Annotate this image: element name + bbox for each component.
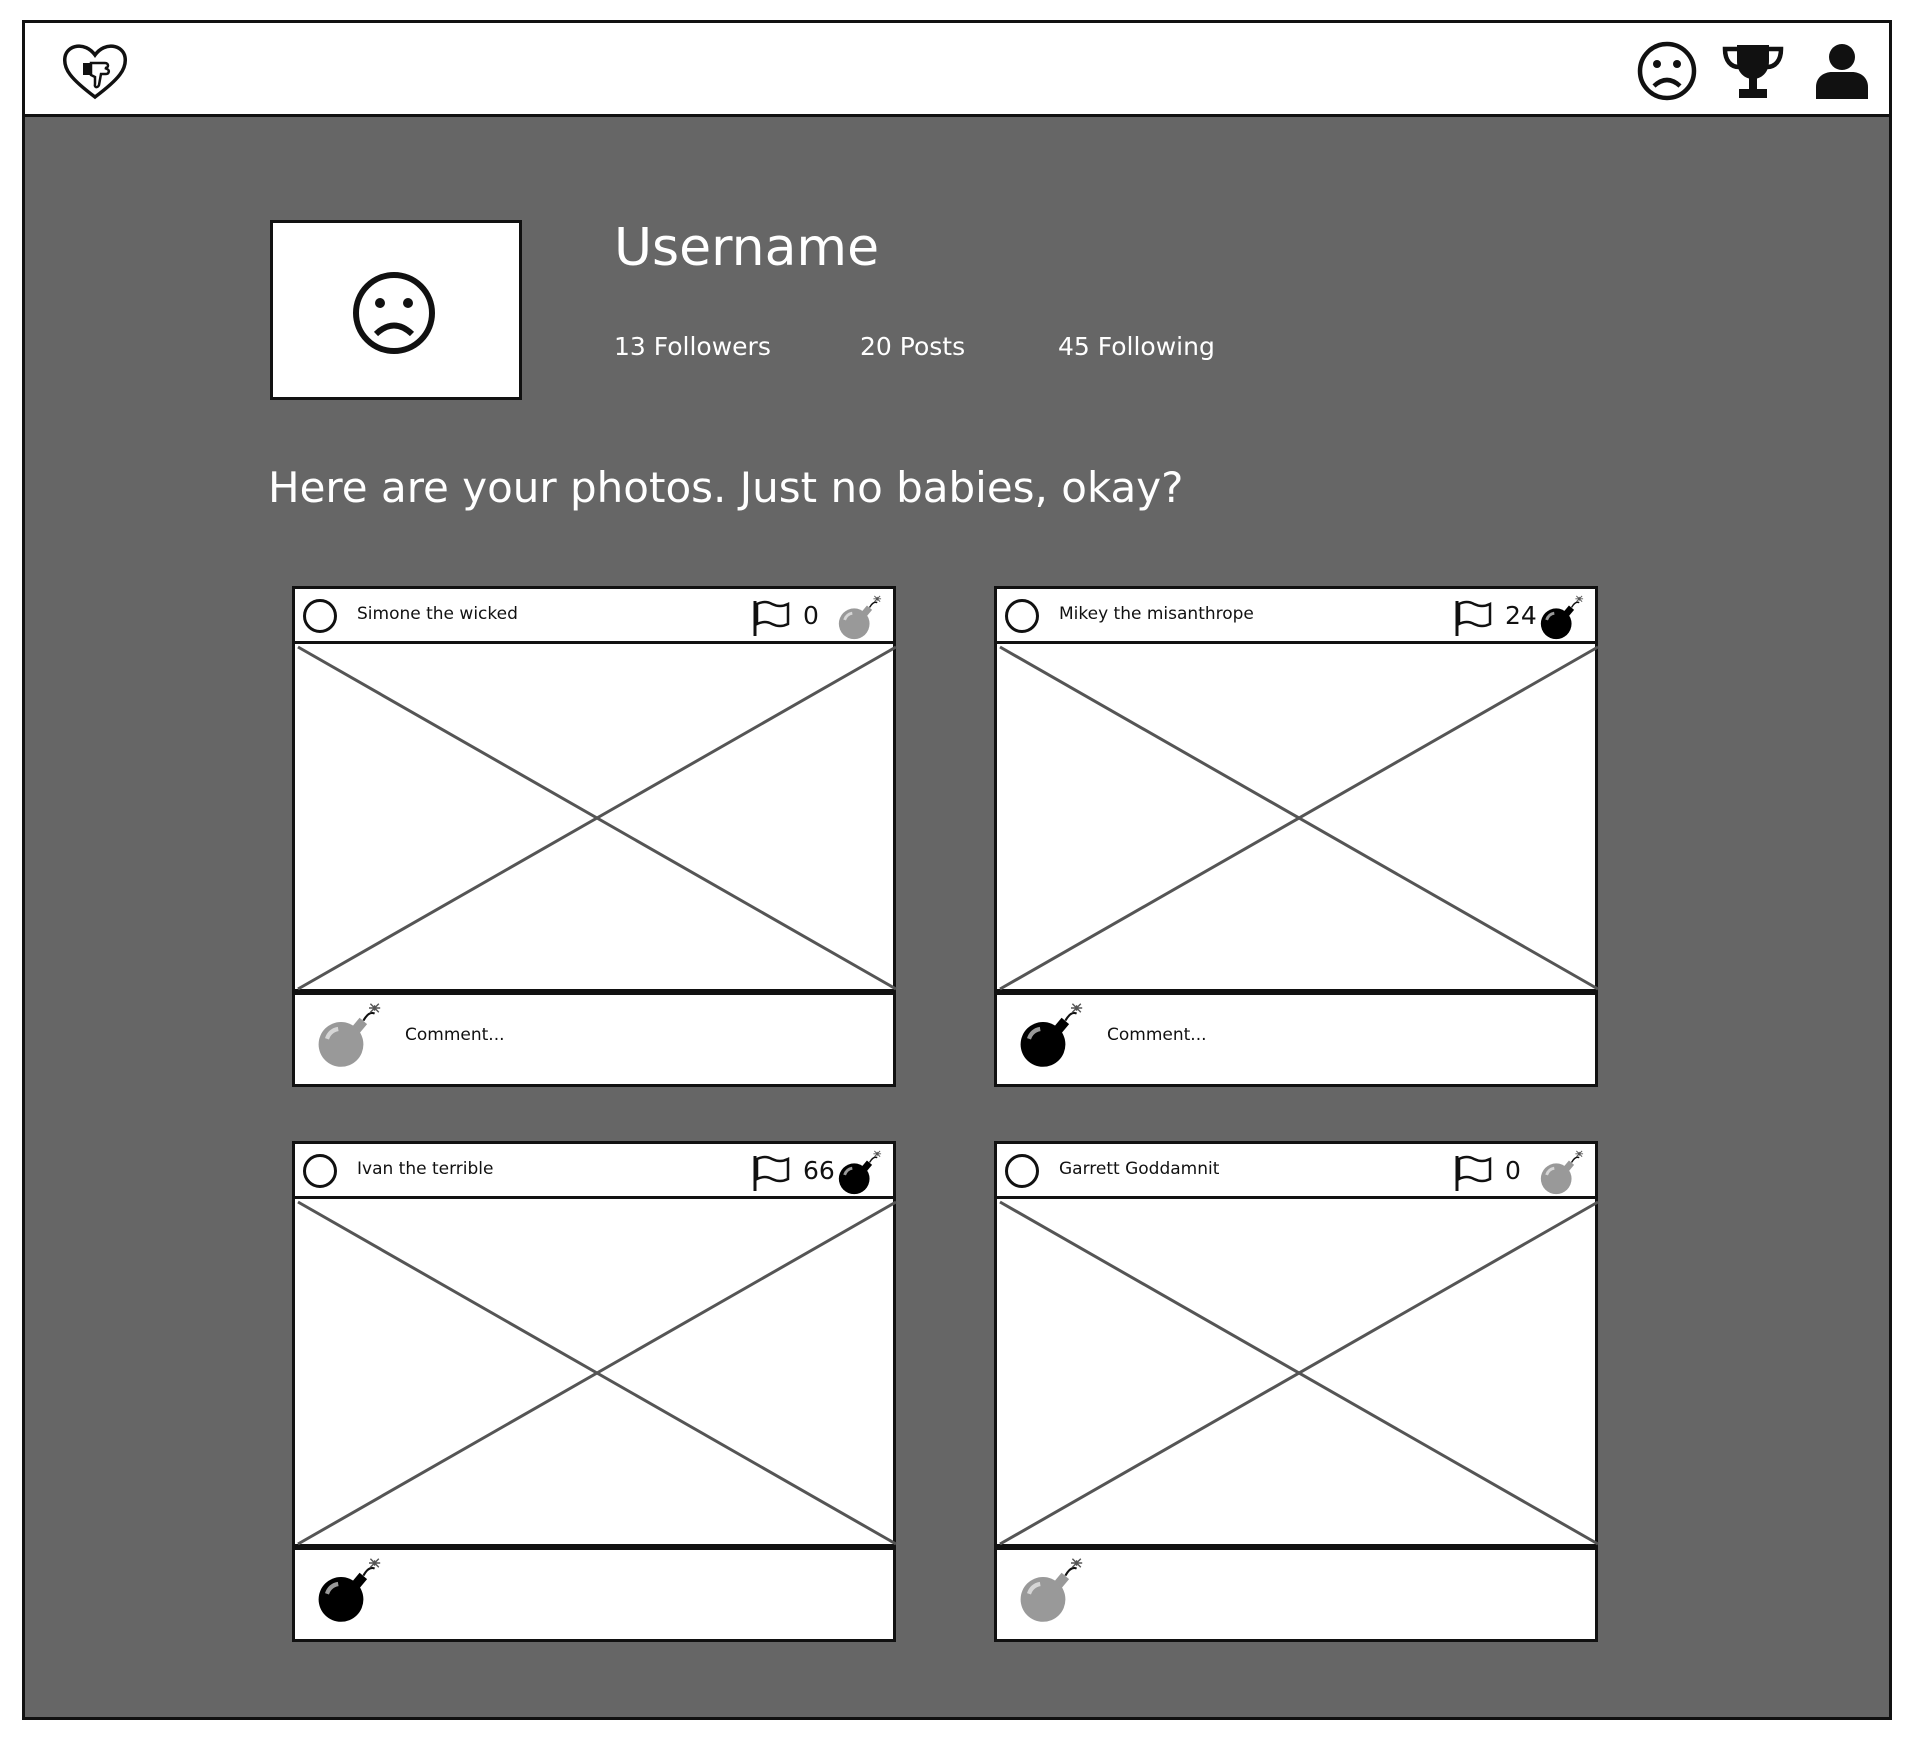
- post-card: Garrett Goddamnit 0: [994, 1141, 1599, 1644]
- post-card: Mikey the misanthrope 24 Comment...: [994, 586, 1599, 1089]
- flag-icon[interactable]: [750, 1153, 794, 1193]
- bomb-button-icon[interactable]: [1015, 1556, 1087, 1628]
- photo-placeholder[interactable]: [994, 1199, 1599, 1547]
- photo-placeholder[interactable]: [292, 1199, 897, 1547]
- sad-face-icon: [353, 272, 435, 354]
- flag-icon[interactable]: [750, 598, 794, 638]
- bomb-count: 24: [1505, 601, 1537, 630]
- post-footer: Comment...: [292, 992, 896, 1087]
- post-header: Ivan the terrible 66: [292, 1141, 896, 1199]
- post-header: Mikey the misanthrope 24: [994, 586, 1598, 644]
- user-icon[interactable]: [1810, 39, 1874, 103]
- sad-face-icon[interactable]: [1635, 39, 1699, 103]
- bomb-button-icon[interactable]: [313, 1001, 385, 1073]
- top-navbar: [25, 23, 1889, 117]
- heart-thumbs-down-icon[interactable]: [61, 41, 129, 101]
- post-header: Garrett Goddamnit 0: [994, 1141, 1598, 1199]
- bomb-icon[interactable]: [835, 594, 885, 642]
- bomb-count: 66: [803, 1156, 835, 1185]
- following-count[interactable]: 45 Following: [1058, 332, 1215, 361]
- bomb-icon[interactable]: [1537, 1149, 1587, 1197]
- flag-icon[interactable]: [1452, 1153, 1496, 1193]
- bomb-count: 0: [803, 601, 819, 630]
- bomb-button-icon[interactable]: [1015, 1001, 1087, 1073]
- photo-placeholder[interactable]: [292, 644, 897, 992]
- post-author[interactable]: Ivan the terrible: [357, 1159, 493, 1179]
- author-avatar[interactable]: [1005, 1154, 1039, 1188]
- author-avatar[interactable]: [303, 1154, 337, 1188]
- post-footer: [994, 1547, 1598, 1642]
- post-footer: [292, 1547, 896, 1642]
- photo-placeholder[interactable]: [994, 644, 1599, 992]
- post-card: Ivan the terrible 66: [292, 1141, 897, 1644]
- comment-input[interactable]: Comment...: [405, 1025, 505, 1045]
- post-author[interactable]: Mikey the misanthrope: [1059, 604, 1254, 624]
- author-avatar[interactable]: [1005, 599, 1039, 633]
- bomb-button-icon[interactable]: [313, 1556, 385, 1628]
- flag-icon[interactable]: [1452, 598, 1496, 638]
- comment-input[interactable]: Comment...: [1107, 1025, 1207, 1045]
- post-card: Simone the wicked 0 Comment...: [292, 586, 897, 1089]
- trophy-icon[interactable]: [1721, 39, 1785, 103]
- post-author[interactable]: Garrett Goddamnit: [1059, 1159, 1219, 1179]
- photos-intro-text: Here are your photos. Just no babies, ok…: [268, 463, 1184, 512]
- posts-count[interactable]: 20 Posts: [860, 332, 965, 361]
- bomb-icon[interactable]: [1537, 594, 1587, 642]
- bomb-icon[interactable]: [835, 1149, 885, 1197]
- post-author[interactable]: Simone the wicked: [357, 604, 518, 624]
- author-avatar[interactable]: [303, 599, 337, 633]
- post-header: Simone the wicked 0: [292, 586, 896, 644]
- post-footer: Comment...: [994, 992, 1598, 1087]
- profile-username: Username: [614, 218, 880, 278]
- followers-count[interactable]: 13 Followers: [614, 332, 771, 361]
- bomb-count: 0: [1505, 1156, 1521, 1185]
- profile-picture[interactable]: [270, 220, 522, 400]
